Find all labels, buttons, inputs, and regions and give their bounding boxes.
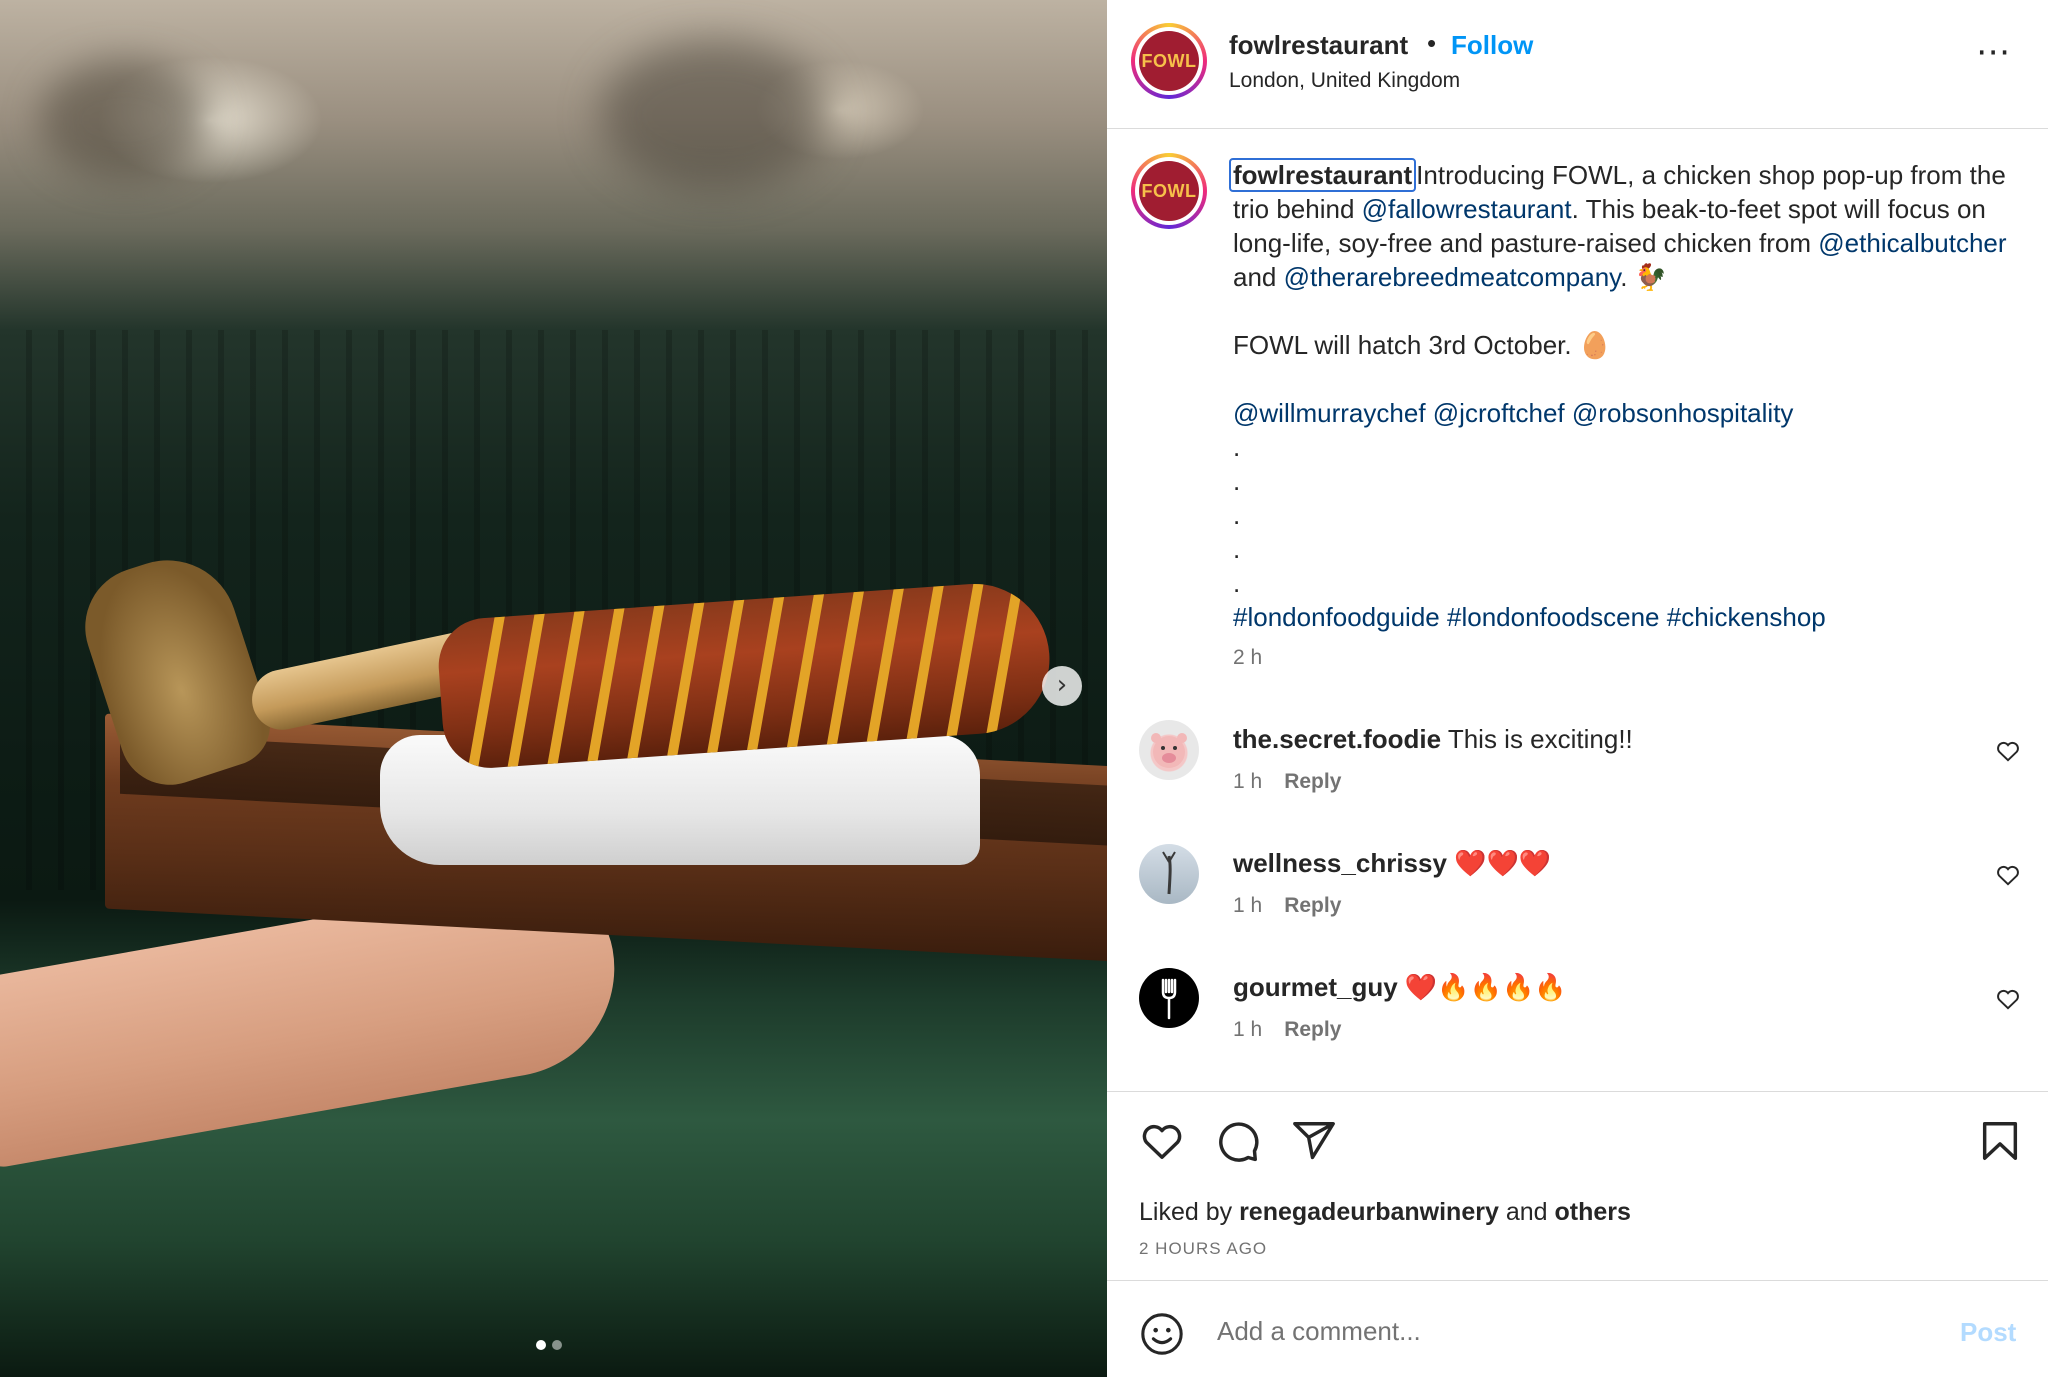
caption-body: . 🐓 [1620,262,1668,292]
comment-text: gourmet_guy ❤️🔥🔥🔥🔥 [1233,972,1567,1003]
post-sidebar: FOWL fowlrestaurant • Follow London, Uni… [1107,0,2048,1377]
carousel-dot [552,1340,562,1350]
mention-link[interactable]: @willmurraychef [1233,398,1426,428]
comment-meta: 1 h Reply [1233,894,1341,918]
caption-line: FOWL will hatch 3rd October. 🥚 [1233,330,1612,360]
header-separator: • [1427,28,1437,58]
pig-face-icon [1151,733,1187,768]
caption-body: and [1233,262,1284,292]
like-heart-icon[interactable] [1139,1118,1185,1164]
caption-dot: . [1233,466,1241,496]
comment-time: 1 h [1233,770,1263,793]
caption-timestamp: 2 h [1233,646,1263,669]
caption-dot: . [1233,568,1241,598]
caption-text: fowlrestaurant Introducing FOWL, a chicke… [1229,158,2013,634]
follow-button[interactable]: Follow [1451,30,1533,61]
mention-link[interactable]: @fallowrestaurant [1362,194,1572,224]
next-slide-button[interactable]: › [1042,666,1082,706]
comment-bubble-icon[interactable] [1215,1118,1261,1164]
comment-time: 1 h [1233,894,1263,917]
comment-meta: 1 h Reply [1233,770,1341,794]
fork-icon [1161,978,1177,1020]
avatar[interactable]: FOWL [1131,23,1207,99]
carousel-indicator [536,1340,562,1350]
liked-by-others[interactable]: others [1554,1198,1630,1226]
comment-composer: Post [1107,1280,2048,1378]
comment-like-icon[interactable] [1995,738,2021,764]
share-paper-plane-icon[interactable] [1291,1118,1337,1164]
more-options-icon[interactable]: ⋯ [1976,35,2010,69]
comment-item: the.secret.foodie This is exciting!! 1 h… [1107,720,2048,830]
comment-time: 1 h [1233,1018,1263,1041]
commenter-username[interactable]: the.secret.foodie [1233,724,1441,754]
liked-by-middle: and [1498,1198,1555,1226]
comment-like-icon[interactable] [1995,986,2021,1012]
caption-dot: . [1233,500,1241,530]
post-image[interactable]: › [0,0,1107,1377]
liked-by: Liked by renegadeurbanwinery and others [1139,1198,1631,1227]
comment-input[interactable] [1215,1303,1869,1359]
action-bar: Liked by renegadeurbanwinery and others … [1107,1091,2048,1282]
post-header: FOWL fowlrestaurant • Follow London, Uni… [1107,0,2048,129]
hashtag-link[interactable]: #londonfoodscene [1447,602,1660,632]
chevron-right-icon: › [1056,670,1068,700]
post-age: 2 HOURS AGO [1139,1239,1268,1258]
post-comment-button[interactable]: Post [1960,1317,2016,1348]
commenter-username[interactable]: gourmet_guy [1233,972,1398,1002]
comment-body: ❤️❤️❤️ [1454,848,1552,878]
fowl-logo: FOWL [1139,161,1199,221]
location-link[interactable]: London, United Kingdom [1229,69,1460,93]
comment-item: gourmet_guy ❤️🔥🔥🔥🔥 1 h Reply [1107,968,2048,1078]
commenter-avatar[interactable] [1139,844,1199,904]
caption-dot: . [1233,534,1241,564]
person-silhouette-icon [1162,851,1176,895]
save-bookmark-icon[interactable] [1977,1118,2023,1164]
caption-dot: . [1233,432,1241,462]
reply-button[interactable]: Reply [1284,894,1341,917]
emoji-icon[interactable] [1139,1311,1185,1357]
reply-button[interactable]: Reply [1284,1018,1341,1041]
mention-link[interactable]: @jcroftchef [1433,398,1565,428]
commenter-avatar[interactable] [1139,968,1199,1028]
carousel-dot-active [536,1340,546,1350]
caption-username[interactable]: fowlrestaurant [1229,158,1417,192]
fowl-logo: FOWL [1139,31,1199,91]
comment-like-icon[interactable] [1995,862,2021,888]
comment-meta: 1 h Reply [1233,1018,1341,1042]
comment-item: wellness_chrissy ❤️❤️❤️ 1 h Reply [1107,844,2048,954]
caption-avatar[interactable]: FOWL [1131,153,1207,229]
comment-text: the.secret.foodie This is exciting!! [1233,724,1633,755]
comment-body: This is exciting!! [1447,724,1633,754]
mention-link[interactable]: @therarebreedmeatcompany [1284,262,1621,292]
liked-by-user[interactable]: renegadeurbanwinery [1239,1198,1499,1226]
background-light [40,60,210,180]
comment-body: ❤️🔥🔥🔥🔥 [1404,972,1567,1002]
commenter-username[interactable]: wellness_chrissy [1233,848,1447,878]
commenter-avatar[interactable] [1139,720,1199,780]
mention-link[interactable]: @robsonhospitality [1572,398,1794,428]
hashtag-link[interactable]: #londonfoodguide [1233,602,1440,632]
liked-by-prefix: Liked by [1139,1198,1240,1226]
header-username[interactable]: fowlrestaurant [1229,30,1408,61]
hashtag-link[interactable]: #chickenshop [1667,602,1826,632]
comment-text: wellness_chrissy ❤️❤️❤️ [1233,848,1551,879]
background-light [600,40,830,190]
mention-link[interactable]: @ethicalbutcher [1818,228,2006,258]
reply-button[interactable]: Reply [1284,770,1341,793]
